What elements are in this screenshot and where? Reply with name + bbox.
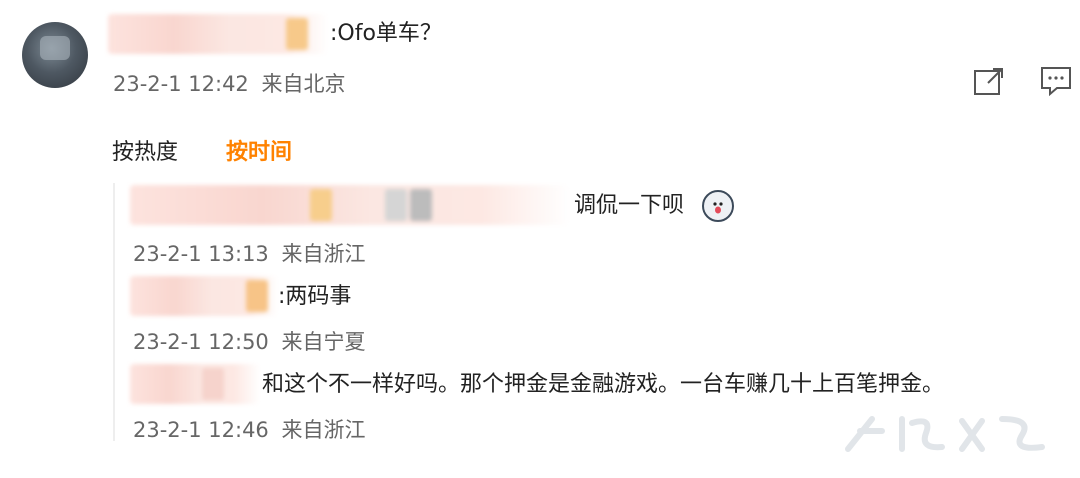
comment-timestamp: 23-2-1 12:42 来自北京: [113, 68, 345, 98]
watermark-logo: [842, 411, 1052, 466]
reply-time: 23-2-1 12:46: [133, 418, 269, 442]
reply-location: 来自宁夏: [281, 330, 366, 354]
comment-time: 23-2-1 12:42: [113, 72, 249, 96]
replies-thread-line: [113, 183, 115, 441]
dog-tongue-emoji-icon: [702, 190, 734, 222]
reply-text: 调侃一下呗: [574, 193, 685, 218]
comment-text: :Ofo单车？: [330, 21, 442, 46]
comment-bubble-icon: [1041, 67, 1071, 97]
reply-timestamp: 23-2-1 12:46 来自浙江: [133, 414, 365, 444]
redacted-username: [130, 185, 570, 225]
reply-time: 23-2-1 13:13: [133, 242, 269, 266]
reply-timestamp: 23-2-1 12:50 来自宁夏: [133, 326, 365, 356]
redacted-username: [130, 364, 260, 404]
reply-time: 23-2-1 12:50: [133, 330, 269, 354]
redacted-username: [130, 276, 278, 316]
reply-text: :两码事: [278, 284, 352, 309]
redacted-username: [108, 14, 328, 54]
sort-by-hot-tab[interactable]: 按热度: [112, 134, 178, 166]
comment-location: 来自北京: [261, 72, 346, 96]
reply-button[interactable]: [1040, 66, 1072, 97]
avatar[interactable]: [22, 22, 88, 88]
reply-timestamp: 23-2-1 13:13 来自浙江: [133, 238, 365, 268]
share-external-icon: [974, 68, 1003, 95]
reply-location: 来自浙江: [281, 418, 366, 442]
reply-location: 来自浙江: [281, 242, 366, 266]
reply-text: 和这个不一样好吗。那个押金是金融游戏。一台车赚几十上百笔押金。: [262, 372, 945, 397]
share-button[interactable]: [973, 66, 1005, 96]
sort-by-time-tab[interactable]: 按时间: [226, 134, 292, 166]
